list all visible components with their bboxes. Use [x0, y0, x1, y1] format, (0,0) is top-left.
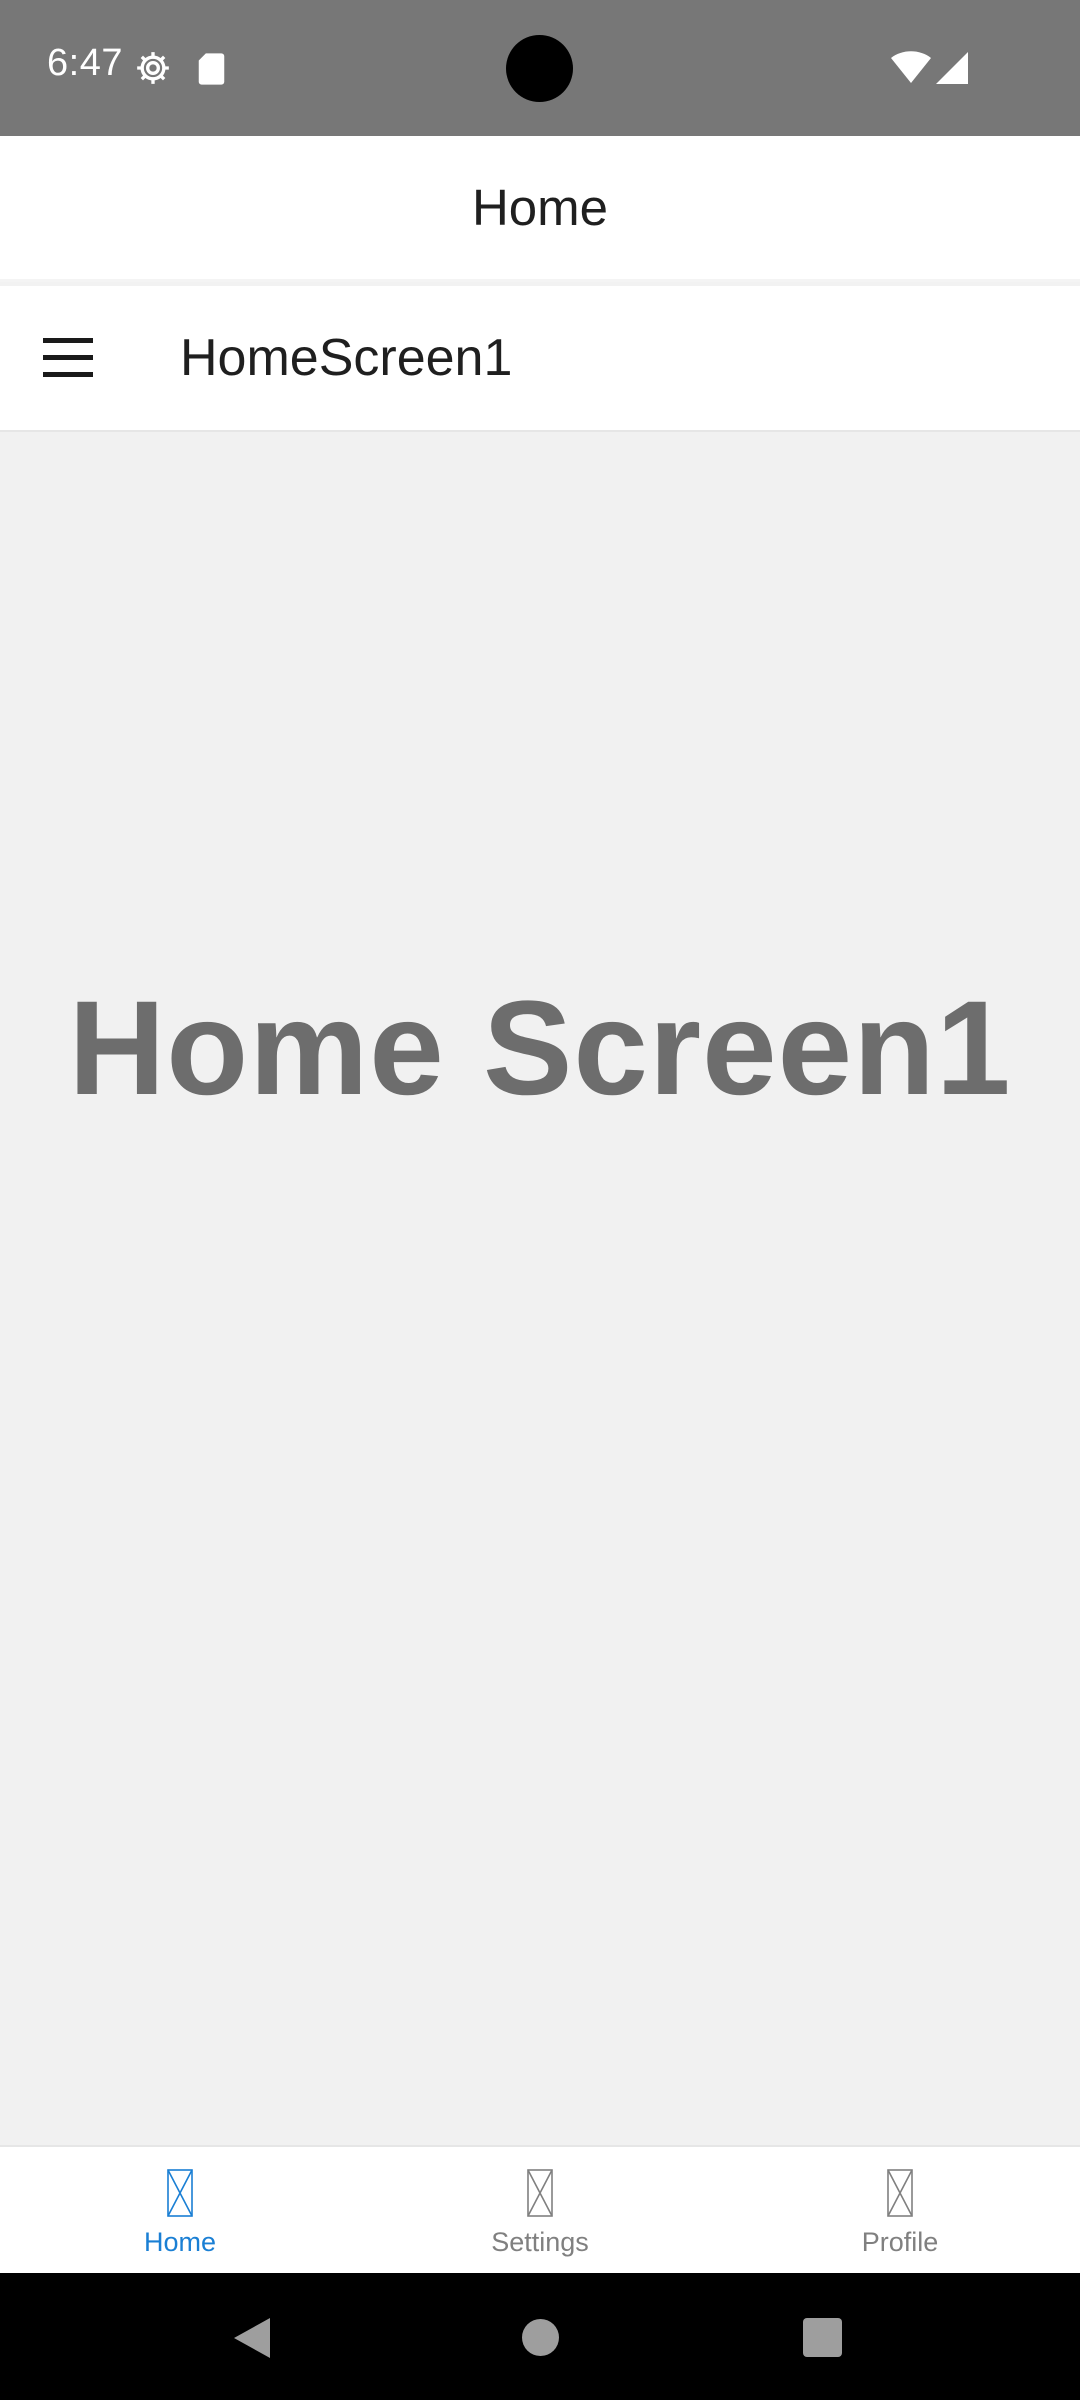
wifi-icon — [891, 51, 931, 83]
tab-home[interactable]: Home — [0, 2147, 360, 2273]
status-time: 6:47 — [47, 42, 123, 84]
bottom-nav: Home Settings Profile — [0, 2145, 1080, 2273]
hamburger-menu-icon[interactable] — [43, 338, 93, 378]
tab-settings[interactable]: Settings — [360, 2147, 720, 2273]
main-heading: Home Screen1 — [68, 974, 1012, 1123]
app-bar: Home — [0, 136, 1080, 282]
recents-icon[interactable] — [803, 2318, 842, 2357]
placeholder-icon — [527, 2169, 553, 2217]
page-title: Home — [471, 179, 609, 236]
placeholder-icon — [887, 2169, 913, 2217]
tab-profile[interactable]: Profile — [720, 2147, 1080, 2273]
tab-profile-label: Profile — [861, 2227, 939, 2257]
main-content: Home Screen1 — [0, 432, 1080, 2145]
home-icon[interactable] — [522, 2319, 559, 2356]
signal-icon — [936, 52, 968, 84]
system-nav-bar — [0, 2273, 1080, 2400]
tab-home-label: Home — [143, 2227, 217, 2257]
back-icon[interactable] — [230, 2316, 274, 2360]
gear-icon — [137, 52, 169, 84]
toolbar-title: HomeScreen1 — [180, 329, 513, 387]
placeholder-icon — [167, 2169, 193, 2217]
toolbar: HomeScreen1 — [0, 286, 1080, 432]
camera-cutout — [506, 35, 573, 102]
tab-settings-label: Settings — [491, 2227, 589, 2257]
status-bar: 6:47 — [0, 0, 1080, 136]
sd-card-icon — [198, 53, 225, 85]
